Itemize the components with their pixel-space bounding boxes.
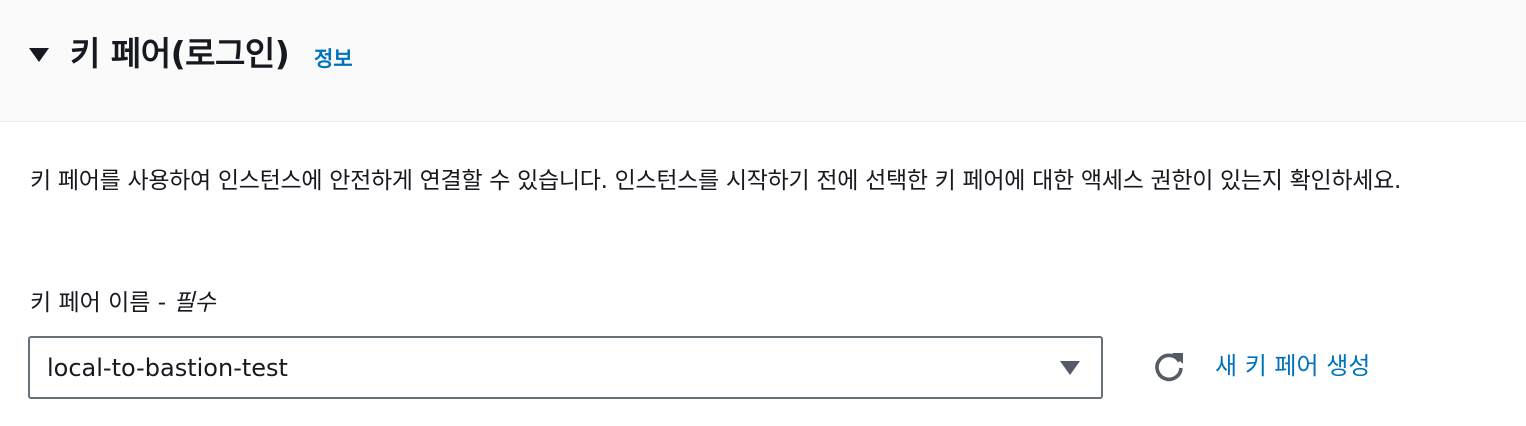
key-pair-select[interactable]: local-to-bastion-test	[28, 336, 1103, 399]
section-title: 키 페어(로그인)	[70, 34, 290, 73]
key-pair-select-value: local-to-bastion-test	[47, 354, 288, 382]
refresh-icon[interactable]	[1150, 348, 1188, 386]
key-pair-panel: 키 페어(로그인) 정보 키 페어를 사용하여 인스턴스에 안전하게 연결할 수…	[0, 0, 1526, 426]
required-indicator: 필수	[173, 290, 216, 316]
info-link[interactable]: 정보	[314, 44, 353, 74]
caret-down-icon[interactable]	[26, 42, 52, 68]
panel-header: 키 페어(로그인) 정보	[0, 0, 1526, 122]
section-description: 키 페어를 사용하여 인스턴스에 안전하게 연결할 수 있습니다. 인스턴스를 …	[30, 168, 1401, 194]
create-key-pair-link[interactable]: 새 키 페어 생성	[1215, 348, 1370, 384]
chevron-down-icon	[1060, 361, 1080, 375]
key-pair-name-label-text: 키 페어 이름 -	[30, 290, 174, 316]
key-pair-name-label: 키 페어 이름 - 필수	[30, 284, 216, 322]
